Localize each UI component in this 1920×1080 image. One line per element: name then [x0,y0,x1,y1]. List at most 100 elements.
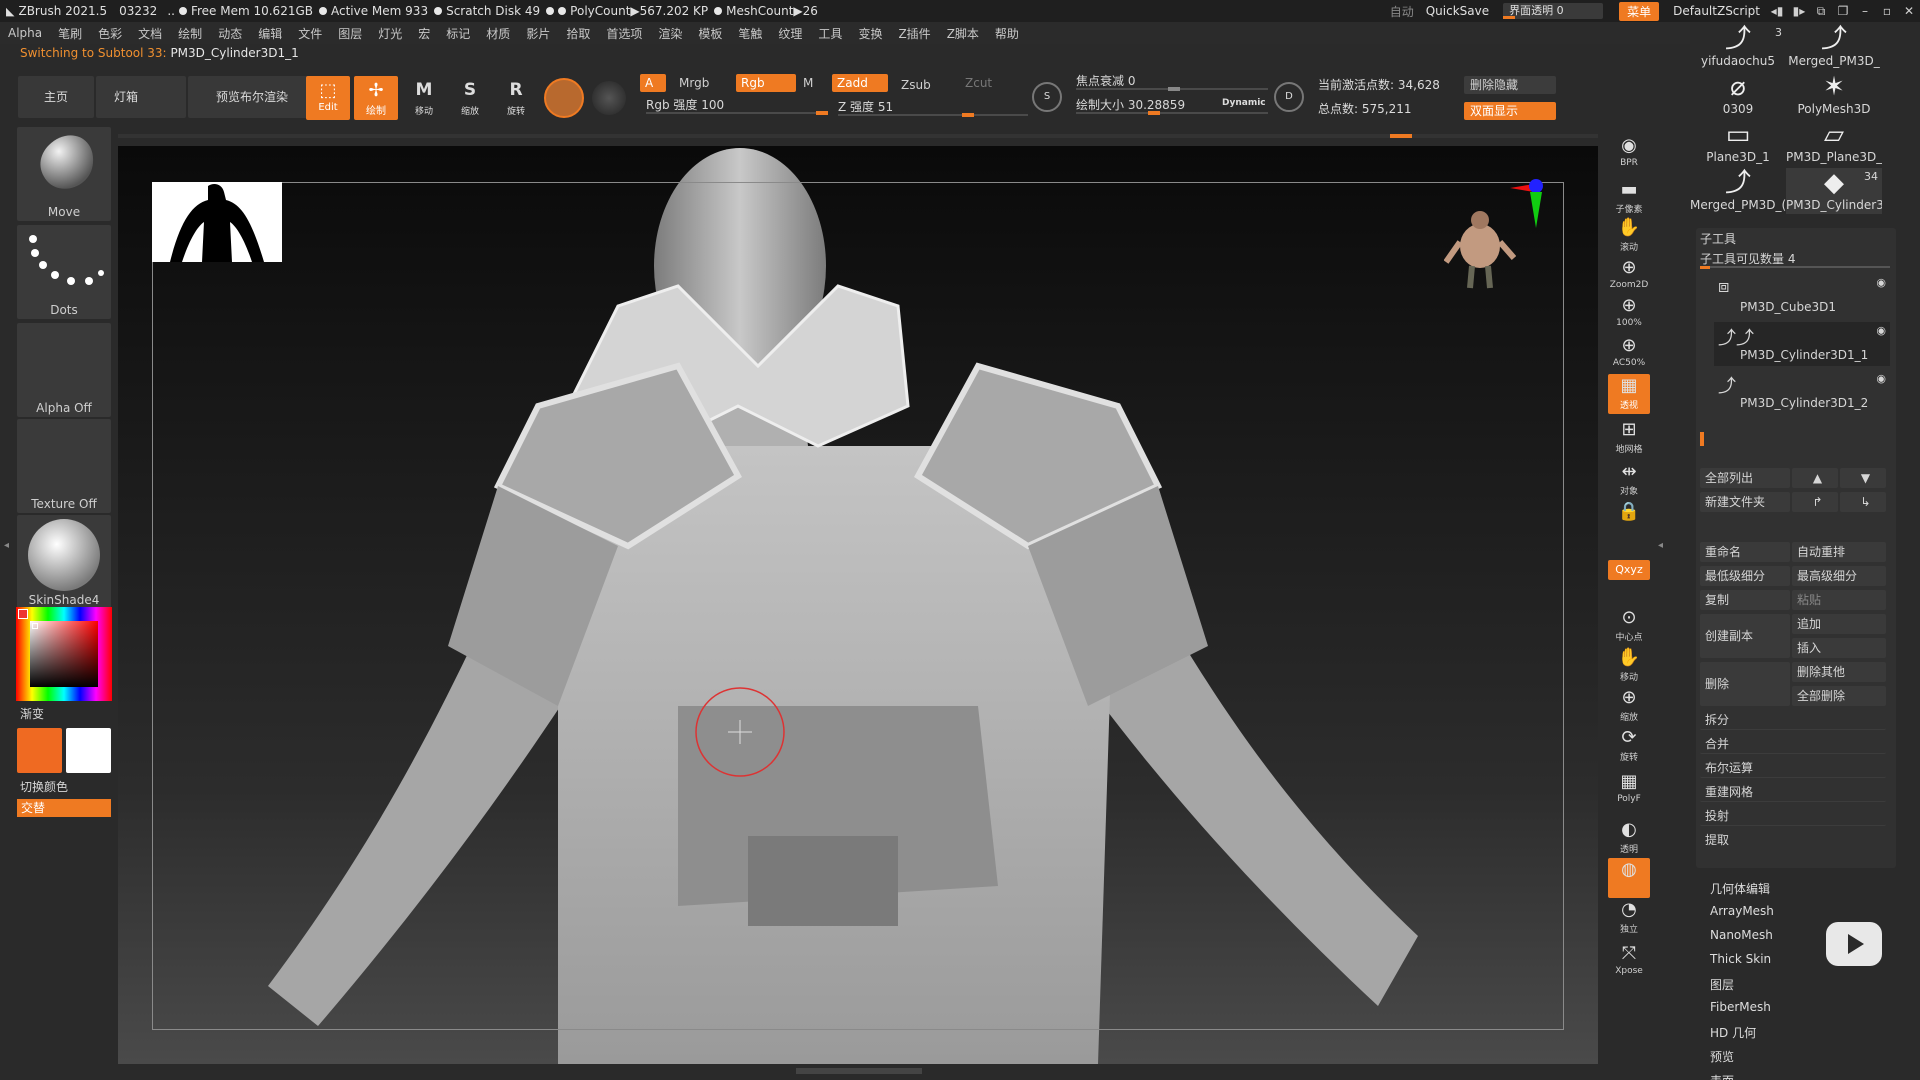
minimize-icon[interactable]: – [1854,4,1876,18]
subtool-item[interactable]: ⧈ ◉ PM3D_Cube3D1 [1714,274,1890,318]
append-button[interactable]: 追加 [1792,614,1886,634]
home-button[interactable]: 主页 [18,76,94,118]
tool-menu-item[interactable]: 几何体编辑 [1710,880,1770,897]
highest-subdiv-button[interactable]: 最高级细分 [1792,566,1886,586]
dynamic-size-icon[interactable]: D [1274,82,1304,112]
gradient-label[interactable]: 渐变 [20,705,44,722]
menu-item-10[interactable]: 宏 [410,25,438,42]
tool-menu-item[interactable]: HD 几何 [1710,1024,1756,1041]
maximize-icon[interactable]: ▫ [1876,4,1898,18]
menu-item-22[interactable]: Z插件 [890,25,938,42]
shelf-local-button[interactable]: ⇹ 对象 [1608,460,1650,500]
shelf-ac50-button[interactable]: ⊕ AC50% [1608,334,1650,374]
menu-item-19[interactable]: 纹理 [770,25,810,42]
menu-item-14[interactable]: 拾取 [558,25,598,42]
canvas-viewport[interactable] [118,146,1598,1064]
toolbar-scroll-indicator[interactable] [1390,134,1412,138]
lowest-subdiv-button[interactable]: 最低级细分 [1700,566,1790,586]
alpha-selector[interactable]: Alpha Off [17,323,111,417]
tool-thumb[interactable]: ◆ PM3D_Cylinder3 34 [1786,168,1882,214]
rotate-button[interactable]: R 旋转 [494,76,538,120]
delete-button[interactable]: 删除 [1700,662,1790,706]
merge-button[interactable]: 合并 [1700,734,1886,754]
close-icon[interactable]: ✕ [1898,4,1920,18]
lightbox-button[interactable]: 灯箱 [96,76,186,118]
layout-prev-icon[interactable]: ◂▮ [1766,4,1788,18]
left-panel-collapse-handle[interactable]: ◂ [4,540,10,564]
main-color-swatch[interactable] [17,728,62,773]
menu-item-23[interactable]: Z脚本 [939,25,987,42]
shelf-scroll-button[interactable]: ✋ 滚动 [1608,216,1650,256]
color-swatch-icon[interactable] [592,81,626,115]
tool-thumb[interactable]: ▱ PM3D_Plane3D_ [1786,120,1882,166]
dynamic-label[interactable]: Dynamic [1222,98,1266,108]
script-button[interactable]: DefaultZScript [1667,4,1766,18]
shelf-polyf-button[interactable]: ▦ PolyF [1608,770,1650,810]
double-sided-button[interactable]: 双面显示 [1464,102,1556,120]
switch-color-label[interactable]: 切换颜色 [20,778,68,795]
folder-in-button[interactable]: ↱ [1792,492,1838,512]
ui-transparency-slider[interactable]: 界面透明 0 [1503,3,1604,19]
remesh-button[interactable]: 重建网格 [1700,782,1886,802]
menu-item-17[interactable]: 模板 [690,25,730,42]
tool-thumb[interactable]: ⌀ 0309 [1690,72,1786,118]
tool-menu-item[interactable]: 预览 [1710,1048,1734,1065]
menu-item-4[interactable]: 绘制 [170,25,210,42]
menu-item-0[interactable]: Alpha [0,26,50,40]
menu-item-16[interactable]: 渲染 [650,25,690,42]
viewport-bottom-handle[interactable] [796,1068,922,1074]
tool-thumb[interactable]: ✶ PolyMesh3D [1786,72,1882,118]
move-button[interactable]: M 移动 [402,76,446,120]
shelf-xpose-button[interactable]: ⤧ Xpose [1608,942,1650,982]
menu-item-9[interactable]: 灯光 [370,25,410,42]
zcut-toggle[interactable]: Zcut [960,74,1010,92]
subtool-item[interactable]: ⤴⤴ ◉ PM3D_Cylinder3D1_1 [1714,322,1890,366]
autoreorder-button[interactable]: 自动重排 [1792,542,1886,562]
menu-item-5[interactable]: 动态 [210,25,250,42]
zadd-toggle[interactable]: Zadd [832,74,888,92]
shelf-center-button[interactable]: ⊙ 中心点 [1608,606,1650,646]
tool-menu-item[interactable]: Thick Skin [1710,952,1771,966]
shelf-transp-button[interactable]: ◐ 透明 [1608,818,1650,858]
rgb-intensity-slider[interactable]: Rgb 强度 100 [646,96,828,115]
right-panel-collapse-handle[interactable]: ◂ [1658,540,1664,564]
shelf-bpr-button[interactable]: ◉ BPR [1608,134,1650,174]
material-swatch-icon[interactable] [544,78,584,118]
tool-menu-item[interactable]: FiberMesh [1710,1000,1771,1014]
tool-thumb[interactable]: ⤴ yifudaochu5 3 [1690,24,1786,70]
silhouette-preview[interactable] [152,182,282,262]
duplicate-button[interactable]: 创建副本 [1700,614,1790,658]
zsub-toggle[interactable]: Zsub [896,76,952,94]
delete-hidden-button[interactable]: 删除隐藏 [1464,76,1556,94]
shelf-move-button[interactable]: ✋ 移动 [1608,646,1650,686]
menu-item-15[interactable]: 首选项 [598,25,650,42]
move-up-button[interactable]: ▲ [1792,468,1838,488]
split-button[interactable]: 拆分 [1700,710,1886,730]
menu-item-8[interactable]: 图层 [330,25,370,42]
scale-button[interactable]: S 缩放 [448,76,492,120]
delete-all-button[interactable]: 全部删除 [1792,686,1886,706]
subtool-list-scroll[interactable] [1700,432,1704,446]
stroke-selector[interactable]: Dots [17,225,111,319]
tool-thumb[interactable]: ⤴ Merged_PM3D_ [1786,24,1882,70]
shelf-solo-button[interactable]: ◔ 独立 [1608,898,1650,938]
m-toggle[interactable]: M [798,74,818,92]
rename-button[interactable]: 重命名 [1700,542,1790,562]
z-intensity-slider[interactable]: Z 强度 51 [838,98,1028,117]
visible-count-slider[interactable] [1700,266,1890,269]
visibility-eye-icon[interactable]: ◉ [1876,276,1886,289]
rgb-toggle[interactable]: Rgb [736,74,796,92]
shelf-subpixel-button[interactable]: ▬ 子像素 [1608,178,1650,218]
secondary-color-swatch[interactable] [66,728,111,773]
edit-button[interactable]: ⬚ Edit [306,76,350,120]
tool-thumb[interactable]: ⤴ Merged_PM3D_( [1690,168,1786,214]
a-toggle[interactable]: A [640,74,666,92]
alternate-button[interactable]: 交替 [17,799,111,817]
menu-item-20[interactable]: 工具 [810,25,850,42]
menu-item-11[interactable]: 标记 [438,25,478,42]
tool-menu-item[interactable]: NanoMesh [1710,928,1773,942]
restore-icon[interactable]: ❐ [1832,4,1854,18]
shelf-lock-button[interactable]: 🔒 [1608,500,1650,540]
focal-shift-slider[interactable]: 焦点衰减 0 [1076,72,1268,91]
menu-button[interactable]: 菜单 [1619,1,1660,21]
